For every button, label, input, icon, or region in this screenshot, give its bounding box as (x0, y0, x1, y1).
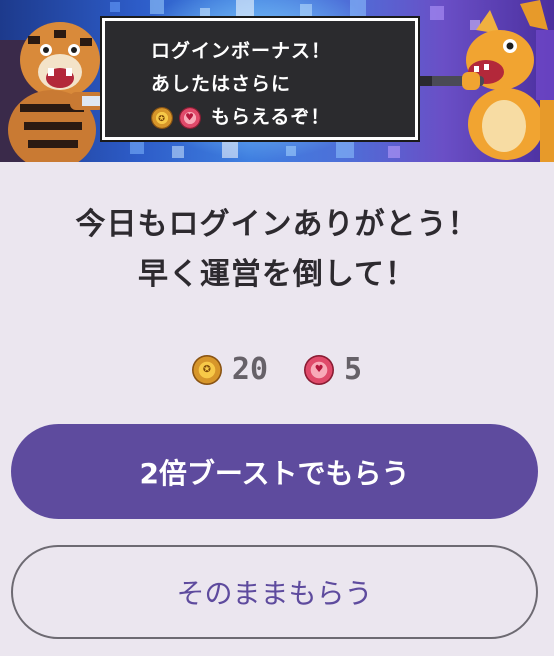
message-line-2: 早く運営を倒して！ (137, 257, 417, 292)
login-thanks-message: 今日もログインありがとう！ 早く運営を倒して！ (0, 200, 554, 300)
double-boost-claim-button[interactable]: 2倍ブーストでもらう (11, 424, 538, 519)
speech-line-3: もらえるぞ！ (151, 101, 415, 134)
gold-coin-icon (191, 354, 222, 385)
speech-line-3-text: もらえるぞ！ (211, 106, 331, 128)
login-bonus-banner: ログインボーナス！ あしたはさらに もらえるぞ！ (0, 0, 554, 162)
login-bonus-speech-box: ログインボーナス！ あしたはさらに もらえるぞ！ (100, 16, 420, 142)
tiger-character-illustration (0, 22, 104, 162)
heart-coin-icon (304, 354, 335, 385)
gold-coin-icon (151, 106, 173, 129)
reward-heart-coin: 5 (304, 352, 362, 387)
reward-summary: 20 5 (0, 352, 554, 387)
dragon-character-illustration (420, 0, 554, 162)
reward-gold-coin: 20 (191, 352, 269, 387)
claim-as-is-button[interactable]: そのままもらう (11, 545, 538, 639)
heart-coin-count: 5 (344, 352, 363, 387)
gold-coin-count: 20 (231, 352, 269, 387)
speech-line-1: ログインボーナス！ (151, 40, 332, 62)
message-line-1: 今日もログインありがとう！ (75, 207, 479, 242)
heart-coin-icon (179, 106, 201, 129)
speech-line-2: あしたはさらに (151, 73, 292, 95)
